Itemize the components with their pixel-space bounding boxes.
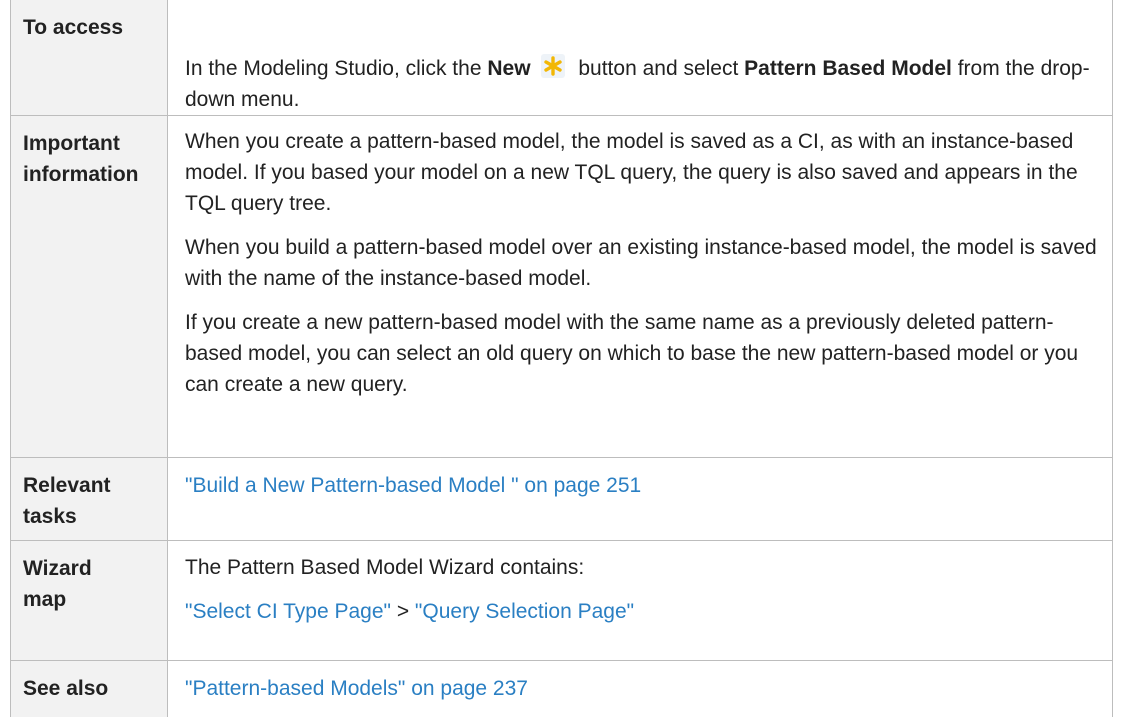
content-cell-see-also: "Pattern-based Models" on page 237 bbox=[167, 660, 1113, 717]
row-important-information: Important information When you create a … bbox=[10, 115, 1113, 458]
see-also-link-wrap: "Pattern-based Models" on page 237 bbox=[185, 673, 1102, 704]
content-cell-relevant: "Build a New Pattern-based Model " on pa… bbox=[167, 457, 1113, 541]
relevant-link-wrap: "Build a New Pattern-based Model " on pa… bbox=[185, 470, 1102, 501]
access-text: In the Modeling Studio, click the New bu… bbox=[185, 26, 1102, 115]
wizard-map-separator: > bbox=[390, 600, 415, 623]
see-also-link[interactable]: "Pattern-based Models" on page 237 bbox=[185, 677, 528, 700]
row-label-important-line1: Important bbox=[23, 132, 120, 155]
access-new-label: New bbox=[487, 57, 531, 80]
row-label-relevant-line1: Relevant bbox=[23, 474, 111, 497]
new-button-icon bbox=[540, 54, 565, 78]
row-relevant-tasks: Relevant tasks "Build a New Pattern-base… bbox=[10, 457, 1113, 541]
content-cell-to-access: In the Modeling Studio, click the New bu… bbox=[167, 0, 1113, 116]
important-para-1: When you create a pattern-based model, t… bbox=[185, 130, 1078, 215]
row-see-also: See also "Pattern-based Models" on page … bbox=[10, 660, 1113, 717]
important-para-2: When you build a pattern-based model ove… bbox=[185, 236, 1097, 290]
content-cell-important: When you create a pattern-based model, t… bbox=[167, 115, 1113, 458]
row-to-access: To access In the Modeling Studio, click … bbox=[10, 0, 1113, 116]
access-pattern-based-model: Pattern Based Model bbox=[744, 57, 952, 80]
row-label-wizard-line1: Wizard bbox=[23, 557, 92, 580]
label-cell-see-also: See also bbox=[10, 660, 168, 717]
content-cell-wizard: The Pattern Based Model Wizard contains:… bbox=[167, 540, 1113, 661]
row-label-wizard-line2: map bbox=[23, 588, 67, 611]
important-para-3: If you create a new pattern-based model … bbox=[185, 311, 1079, 396]
relevant-task-link[interactable]: "Build a New Pattern-based Model " on pa… bbox=[185, 474, 641, 497]
label-cell-important: Important information bbox=[10, 115, 168, 458]
row-label-important-line2: information bbox=[23, 163, 139, 186]
info-table: To access In the Modeling Studio, click … bbox=[10, 0, 1113, 717]
select-ci-type-page-link[interactable]: "Select CI Type Page" bbox=[185, 600, 391, 623]
label-cell-to-access: To access bbox=[10, 0, 168, 116]
row-label-to-access: To access bbox=[23, 16, 124, 39]
query-selection-page-link[interactable]: "Query Selection Page" bbox=[415, 600, 634, 623]
wizard-intro: The Pattern Based Model Wizard contains: bbox=[185, 556, 585, 579]
wizard-map-line: "Select CI Type Page" > "Query Selection… bbox=[185, 596, 1102, 627]
row-wizard-map: Wizard map The Pattern Based Model Wizar… bbox=[10, 540, 1113, 661]
label-cell-wizard: Wizard map bbox=[10, 540, 168, 661]
row-label-relevant-line2: tasks bbox=[23, 505, 77, 528]
row-label-see-also: See also bbox=[23, 677, 109, 700]
access-text-mid: button and select bbox=[572, 57, 745, 80]
access-text-pre: In the Modeling Studio, click the bbox=[185, 57, 488, 80]
label-cell-relevant: Relevant tasks bbox=[10, 457, 168, 541]
